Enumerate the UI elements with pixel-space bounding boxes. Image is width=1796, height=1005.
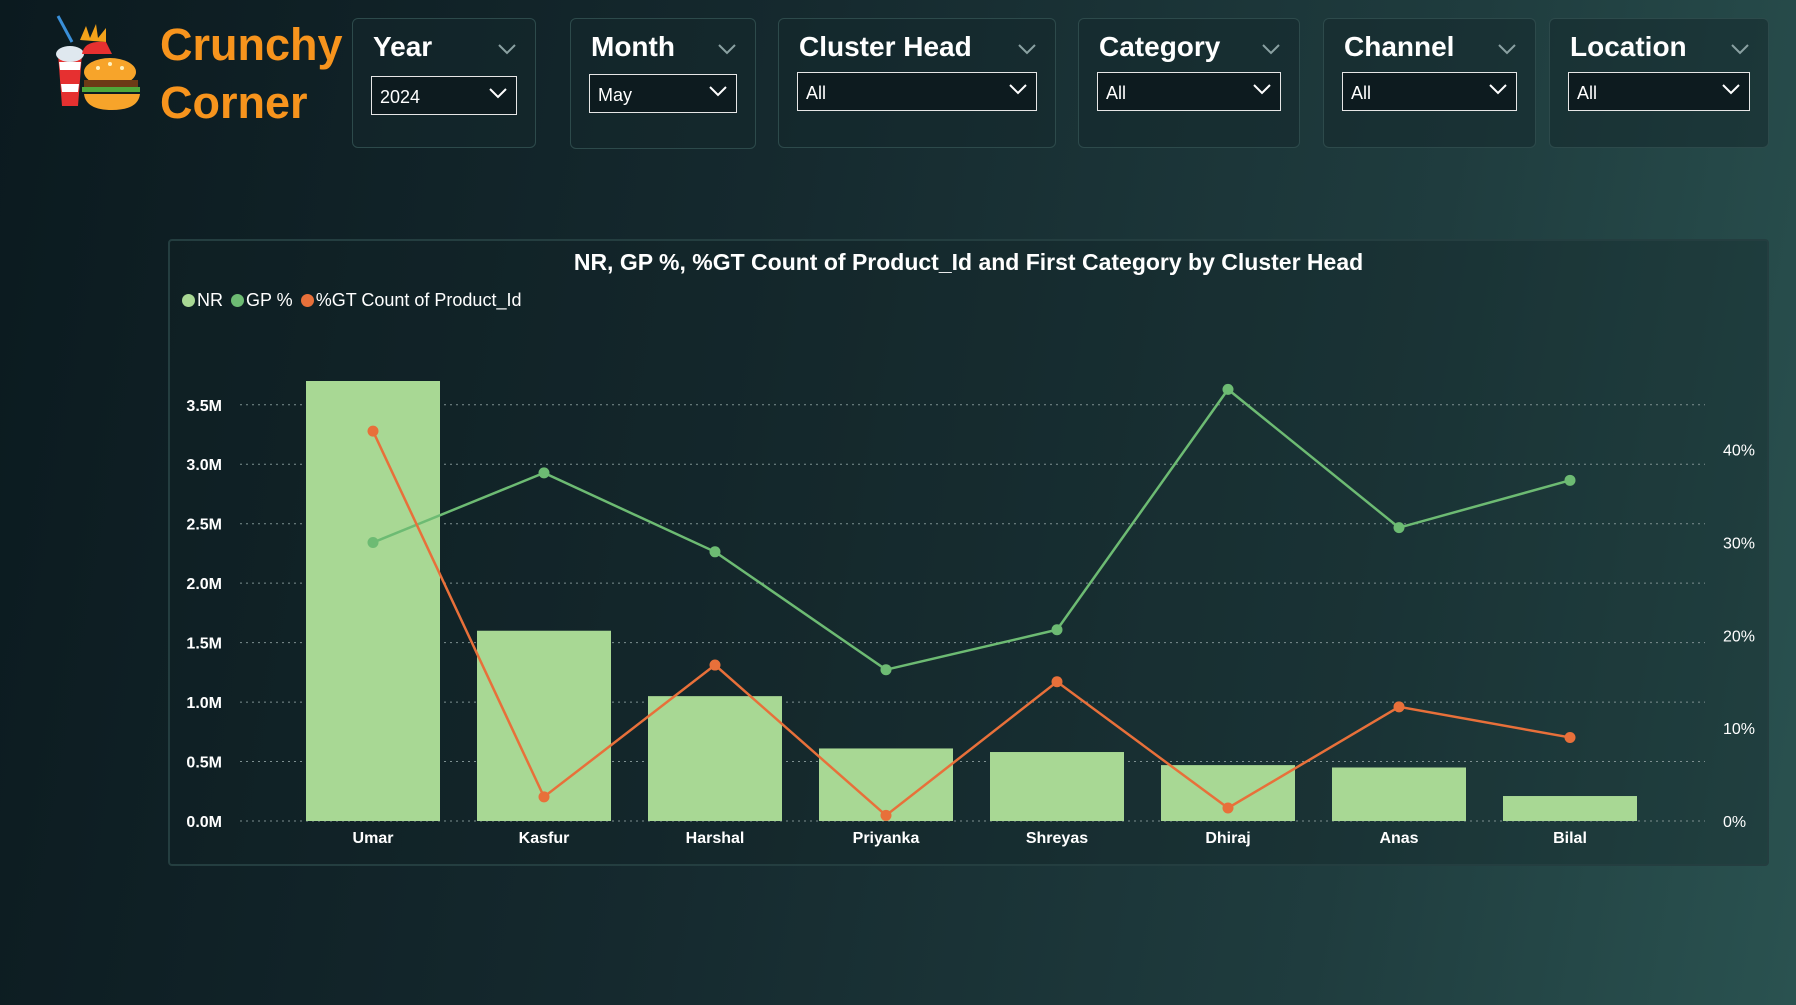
y-left-tick-label: 2.5M: [186, 517, 222, 534]
y-left-tick-label: 1.0M: [186, 695, 222, 712]
chevron-down-icon: [1489, 84, 1507, 95]
y-right-tick-label: 40%: [1723, 443, 1755, 460]
x-tick-label: Umar: [353, 830, 394, 847]
category-dropdown[interactable]: All: [1097, 72, 1281, 111]
chevron-down-icon[interactable]: [1017, 43, 1037, 55]
slicer-month: Month May: [570, 18, 756, 149]
gp-percent-point: [367, 537, 379, 549]
gt-count-point: [1222, 802, 1234, 814]
y-left-tick-label: 3.5M: [186, 398, 222, 415]
slicer-year: Year 2024: [352, 18, 536, 148]
gt-count-point: [880, 809, 892, 821]
brand-title: Crunchy Corner: [160, 16, 343, 132]
slicer-channel-title: Channel: [1344, 31, 1455, 62]
chevron-down-icon[interactable]: [717, 43, 737, 55]
chevron-down-icon: [709, 86, 727, 97]
year-dropdown-value: 2024: [380, 87, 421, 107]
year-dropdown[interactable]: 2024: [371, 76, 517, 115]
gt-count-point: [1564, 731, 1576, 743]
x-tick-label: Anas: [1379, 830, 1418, 847]
chart-plot: 0.0M 0.5M 1.0M 1.5M 2.0M 2.5M 3.0M 3.5M 0% 10% 20%…: [186, 381, 1755, 847]
gp-percent-line: [372, 387, 1571, 672]
logo-icon: [50, 14, 150, 124]
bar-nr: [306, 381, 440, 821]
location-dropdown-value: All: [1577, 83, 1598, 103]
x-tick-label: Shreyas: [1026, 830, 1088, 847]
y-right-tick-label: 10%: [1723, 721, 1755, 738]
slicer-channel: Channel All: [1323, 18, 1536, 148]
gp-percent-point: [1051, 624, 1063, 636]
category-dropdown-value: All: [1106, 83, 1127, 103]
gt-count-point: [1051, 676, 1063, 688]
slicer-month-title: Month: [591, 31, 675, 62]
x-tick-label: Harshal: [686, 830, 745, 847]
gp-percent-point: [1393, 522, 1405, 534]
y-left-tick-label: 0.0M: [186, 814, 222, 831]
gp-percent-point: [880, 664, 892, 676]
gp-percent-point: [1564, 474, 1576, 486]
y-left-tick-label: 1.5M: [186, 636, 222, 653]
chevron-down-icon[interactable]: [1261, 43, 1281, 55]
chart-card: NR, GP %, %GT Count of Product_Id and Fi…: [168, 239, 1769, 866]
x-tick-label: Bilal: [1553, 830, 1587, 847]
gp-percent-point: [1222, 383, 1234, 395]
gt-count-point: [1393, 701, 1405, 713]
gt-count-point: [367, 425, 379, 437]
gp-percent-point: [538, 467, 550, 479]
chevron-down-icon[interactable]: [497, 43, 517, 55]
chevron-down-icon[interactable]: [1497, 43, 1517, 55]
slicer-cluster-head: Cluster Head All: [778, 18, 1056, 148]
slicer-year-title: Year: [373, 31, 433, 62]
gp-percent-point: [709, 546, 721, 558]
chevron-down-icon: [489, 88, 507, 99]
gt-count-point: [538, 791, 550, 803]
bar-nr: [990, 752, 1124, 821]
month-dropdown[interactable]: May: [589, 74, 737, 113]
chevron-down-icon: [1009, 84, 1027, 95]
channel-dropdown-value: All: [1351, 83, 1372, 103]
cluster-head-dropdown-value: All: [806, 83, 827, 103]
cluster-head-dropdown[interactable]: All: [797, 72, 1037, 111]
slicer-category-title: Category: [1099, 31, 1221, 62]
slicer-location: Location All: [1549, 18, 1769, 148]
slicer-category: Category All: [1078, 18, 1300, 148]
channel-dropdown[interactable]: All: [1342, 72, 1517, 111]
chevron-down-icon: [1253, 84, 1271, 95]
bar-nr: [1332, 767, 1466, 821]
slicer-location-title: Location: [1570, 31, 1687, 62]
slicer-cluster-head-title: Cluster Head: [799, 31, 972, 62]
month-dropdown-value: May: [598, 85, 633, 105]
y-left-tick-label: 2.0M: [186, 576, 222, 593]
y-right-tick-label: 0%: [1723, 814, 1746, 831]
y-right-tick-label: 30%: [1723, 536, 1755, 553]
bar-nr: [1503, 796, 1637, 821]
brand-line-1: Crunchy: [160, 19, 343, 70]
gt-count-point: [709, 659, 721, 671]
chevron-down-icon[interactable]: [1730, 43, 1750, 55]
chevron-down-icon: [1722, 84, 1740, 95]
x-tick-label: Priyanka: [853, 830, 920, 847]
y-left-tick-label: 3.0M: [186, 457, 222, 474]
y-right-tick-label: 20%: [1723, 628, 1755, 645]
y-left-tick-label: 0.5M: [186, 755, 222, 772]
brand-line-2: Corner: [160, 77, 308, 128]
x-tick-label: Kasfur: [519, 830, 570, 847]
bar-nr: [648, 696, 782, 821]
x-tick-label: Dhiraj: [1205, 830, 1250, 847]
location-dropdown[interactable]: All: [1568, 72, 1750, 111]
